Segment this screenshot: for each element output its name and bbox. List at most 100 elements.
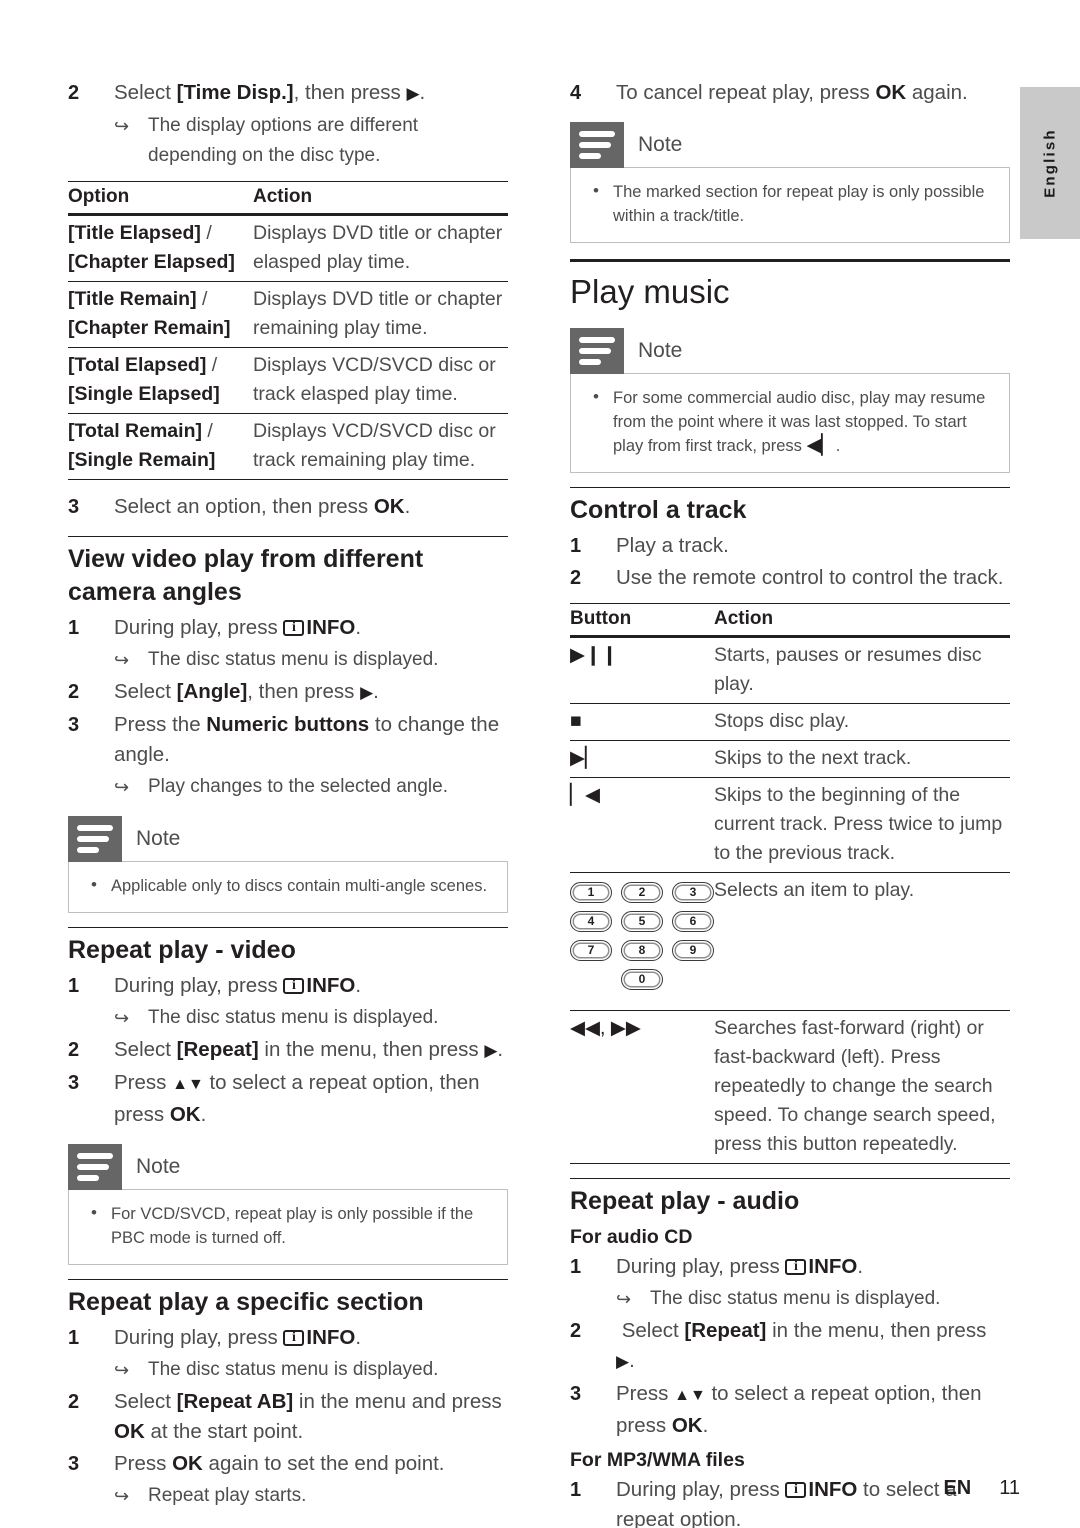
step-number: 1 bbox=[68, 1327, 80, 1349]
table-row: ■ Stops disc play. bbox=[570, 703, 1010, 741]
step-play-track: 1 Play a track. bbox=[570, 531, 1010, 561]
step-text-post: . bbox=[857, 1255, 864, 1278]
step-text-post: in the menu, then press bbox=[258, 1038, 485, 1061]
step-number: 2 bbox=[68, 1391, 80, 1413]
note-item: For some commercial audio disc, play may… bbox=[585, 385, 995, 458]
option-label-b: [Single Remain] bbox=[68, 449, 216, 471]
option-cell: [Title Elapsed] / [Chapter Elapsed] bbox=[68, 214, 253, 282]
step-text-pre: During play, press bbox=[114, 1326, 284, 1349]
ok-button-ref: OK bbox=[169, 1103, 201, 1126]
key-7: 7 bbox=[570, 940, 612, 961]
note-header: Note bbox=[68, 816, 508, 862]
table-row: ▶❙❙ Starts, pauses or resumes disc play. bbox=[570, 636, 1010, 704]
section-heading-repeat-section: Repeat play a specific section bbox=[68, 1288, 424, 1316]
step-text-pre: Press the bbox=[114, 713, 207, 736]
action-cell: Skips to the next track. bbox=[714, 740, 1010, 778]
step-number: 4 bbox=[570, 82, 582, 104]
language-tab: English bbox=[1020, 87, 1080, 239]
key-6: 6 bbox=[672, 911, 714, 932]
note-label: Note bbox=[638, 339, 683, 362]
section-heading-control-track: Control a track bbox=[570, 496, 747, 524]
right-arrow-icon: ▶ bbox=[616, 1352, 630, 1371]
step-text-post: , then press bbox=[247, 680, 361, 703]
table-row: ▶▏ Skips to the next track. bbox=[570, 740, 1010, 778]
step-cancel-repeat: 4 To cancel repeat play, press OK again. bbox=[570, 78, 1010, 108]
language-tab-label: English bbox=[1041, 128, 1059, 198]
button-action-table: Button Action ▶❙❙ Starts, pauses or resu… bbox=[570, 603, 1010, 1164]
step-substep: ↪ The disc status menu is displayed. bbox=[114, 1355, 508, 1385]
note-body: The marked section for repeat play is on… bbox=[570, 167, 1010, 243]
step-text: Use the remote control to control the tr… bbox=[616, 566, 1004, 589]
step-text-post: . bbox=[355, 1326, 362, 1349]
section-divider bbox=[68, 536, 508, 537]
table-row: [Total Elapsed] / [Single Elapsed] Displa… bbox=[68, 347, 508, 414]
step-text-post: . bbox=[702, 1414, 709, 1437]
step-select-repeat: 2 Select [Repeat] in the menu, then pres… bbox=[570, 1316, 1010, 1377]
step-substep: ↪ The disc status menu is displayed. bbox=[114, 1003, 508, 1033]
up-down-arrows-icon: ▲▼ bbox=[674, 1387, 706, 1404]
period: . bbox=[497, 1038, 504, 1061]
ok-button-ref: OK bbox=[671, 1414, 703, 1437]
hook-arrow-icon: ↪ bbox=[616, 1289, 632, 1309]
numeric-keypad: 1 2 3 4 5 6 7 8 9 0 bbox=[570, 876, 714, 1006]
column-header-action: Action bbox=[253, 181, 508, 216]
time-display-table: Option Action [Title Elapsed] / [Chapter … bbox=[68, 181, 508, 480]
numeric-buttons-ref: Numeric buttons bbox=[206, 713, 370, 736]
step-text-post: again. bbox=[906, 81, 968, 104]
step-text-post: at the start point. bbox=[144, 1420, 304, 1443]
action-cell: Starts, pauses or resumes disc play. bbox=[714, 636, 1010, 704]
option-label-a: [Title Remain] bbox=[68, 288, 197, 310]
step-text-post: again to set the end point. bbox=[202, 1452, 445, 1475]
step-time-disp: 2 Select [Time Disp.], then press ▶. bbox=[68, 78, 508, 109]
step-text: Press the Numeric buttons to change the … bbox=[114, 710, 508, 770]
period: . bbox=[373, 680, 379, 703]
action-cell: Skips to the beginning of the current tr… bbox=[714, 777, 1010, 873]
table-row: ◀◀, ▶▶ Searches fast-forward (right) or … bbox=[570, 1010, 1010, 1164]
option-cell: [Total Elapsed] / [Single Elapsed] bbox=[68, 347, 253, 414]
menu-item-repeat: [Repeat] bbox=[176, 1038, 259, 1061]
step-text: Select [Repeat] in the menu, then press … bbox=[114, 1035, 508, 1066]
right-arrow-icon: ▶ bbox=[360, 683, 374, 702]
info-button-ref: INFO bbox=[306, 616, 356, 639]
column-header-option: Option bbox=[68, 181, 253, 216]
step-select-repeat-option: 3 Press ▲▼ to select a repeat option, th… bbox=[68, 1068, 508, 1130]
key-5: 5 bbox=[621, 911, 663, 932]
chapter-divider bbox=[570, 259, 1010, 262]
column-header-action: Action bbox=[714, 603, 1010, 638]
info-icon bbox=[283, 976, 305, 996]
keypad-row: 0 bbox=[621, 969, 714, 990]
menu-item-time-disp: [Time Disp.] bbox=[176, 81, 294, 104]
option-label-a: [Total Remain] bbox=[68, 420, 202, 442]
hook-arrow-icon: ↪ bbox=[114, 1008, 130, 1028]
option-label-a: [Title Elapsed] bbox=[68, 222, 201, 244]
step-text: During play, press INFO. bbox=[114, 971, 508, 1001]
info-icon bbox=[785, 1480, 807, 1500]
key-0: 0 bbox=[621, 969, 663, 990]
step-text: Select [Angle], then press ▶. bbox=[114, 677, 508, 708]
step-number: 1 bbox=[570, 1479, 582, 1501]
subheading-for-mp3-wma: For MP3/WMA files bbox=[570, 1449, 745, 1471]
step-text: Press ▲▼ to select a repeat option, then… bbox=[616, 1379, 1010, 1441]
option-label-b: [Chapter Elapsed] bbox=[68, 251, 235, 273]
note-item-tail: . bbox=[835, 437, 841, 455]
action-cell: Displays VCD/SVCD disc or track remainin… bbox=[253, 413, 508, 480]
step-text-post: in the menu, then press bbox=[766, 1319, 987, 1342]
step-substep: ↪ The display options are different depe… bbox=[114, 111, 508, 171]
step-press-info: 1 During play, press INFO. bbox=[68, 971, 508, 1001]
action-cell: Displays DVD title or chapter remaining … bbox=[253, 281, 508, 348]
action-cell: Stops disc play. bbox=[714, 703, 1010, 741]
previous-track-icon: ◀▏ bbox=[806, 435, 836, 456]
step-text-pre: During play, press bbox=[616, 1478, 786, 1501]
section-divider bbox=[570, 1178, 1010, 1179]
substep-text: The disc status menu is displayed. bbox=[650, 1288, 941, 1309]
ok-button-ref: OK bbox=[172, 1452, 203, 1475]
table-row: [Total Remain] / [Single Remain] Displays… bbox=[68, 413, 508, 480]
note-box-marked-section: Note The marked section for repeat play … bbox=[570, 122, 1010, 243]
step-number: 3 bbox=[68, 1453, 80, 1475]
step-text: Select an option, then press OK. bbox=[114, 492, 508, 522]
table-row: ▏◀ Skips to the beginning of the current… bbox=[570, 777, 1010, 873]
step-text: Select [Repeat AB] in the menu and press… bbox=[114, 1387, 508, 1447]
substep-text: The display options are different depend… bbox=[148, 115, 419, 166]
manual-page: English 2 Select [Time Disp.], then pres… bbox=[0, 0, 1080, 1528]
step-select-repeat: 2 Select [Repeat] in the menu, then pres… bbox=[68, 1035, 508, 1066]
